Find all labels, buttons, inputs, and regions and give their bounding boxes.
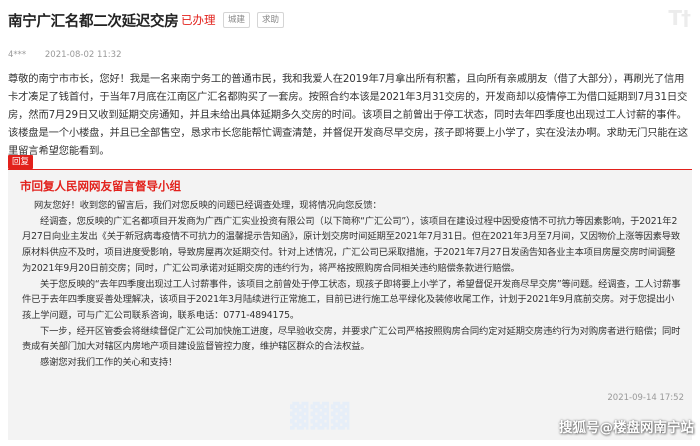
post-message: 尊敬的南宁市市长，您好！我是一名来南宁务工的普通市民，我和我爱人在2019年7月… xyxy=(8,73,688,157)
reply-paragraph: 感谢您对我们工作的关心和支持！ xyxy=(40,357,178,369)
post-author: 4*** xyxy=(8,50,27,60)
logo-watermark: T† xyxy=(668,6,691,30)
post-meta: 4*** 2021-08-02 11:32 xyxy=(8,50,121,60)
post-title: 南宁广汇名都二次延迟交房 xyxy=(8,14,179,30)
reply-paragraph: 下一步，经开区管委会将继续督促广汇公司加快施工进度，尽早验收交房，并要求广汇公司… xyxy=(22,325,681,353)
post-header: 南宁广汇名都二次延迟交房 已办理 城建 求助 T† xyxy=(0,0,700,36)
source-watermark: 搜狐号@楼盘网南宁站 xyxy=(559,420,694,436)
reply-date: 2021-09-14 17:52 xyxy=(607,393,684,403)
reply-section: 市回复人民网网友留言督导小组 网友您好！收到您的留言后，我们对您反映的问题已经调… xyxy=(8,170,692,440)
replier-name: 市回复人民网网友留言督导小组 xyxy=(20,179,181,193)
post-date: 2021-08-02 11:32 xyxy=(44,50,122,60)
reply-paragraph: 经调查，您反映的广汇名都项目开发商为广西广汇实业投资有限公司（以下简称“广汇公司… xyxy=(22,215,681,274)
category-tag-urban[interactable]: 城建 xyxy=(223,12,251,28)
reply-badge: 回复 xyxy=(8,155,34,169)
reply-body: 网友您好！收到您的留言后，我们对您反映的问题已经调查处理，现将情况向您反馈： 经… xyxy=(22,198,682,371)
status-label: 已办理 xyxy=(181,13,216,27)
reply-paragraph: 网友您好！收到您的留言后，我们对您反映的问题已经调查处理，现将情况向您反馈： xyxy=(34,200,382,211)
blurred-watermark: ▓▓▓ xyxy=(290,402,352,430)
category-tag-help[interactable]: 求助 xyxy=(257,12,285,28)
reply-paragraph: 关于您反映的“去年四季度出现过工人讨薪事件，该项目之前曾处于停工状态，现孩子即将… xyxy=(22,278,681,321)
